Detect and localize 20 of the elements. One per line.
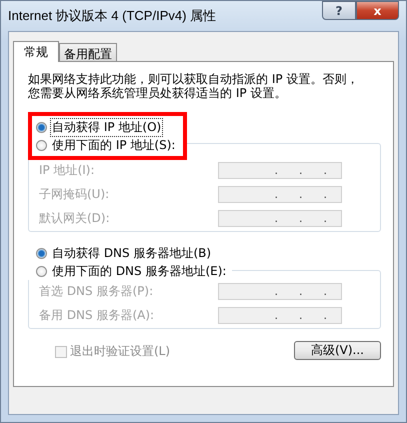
field-label: 子网掩码(U): [39,186,110,203]
close-button[interactable]: x [356,1,399,20]
radio-button[interactable] [36,140,47,150]
description-text: 如果网络支持此功能，则可以获取自动指派的 IP 设置。否则，您需要从网络系统管理员处获得适当的 IP 设置。 [28,72,360,100]
field-label: 首选 DNS 服务器(P): [39,283,154,300]
help-button[interactable]: ? [322,1,356,20]
field-label: 备用 DNS 服务器(A): [39,307,154,324]
field-label: 默认网关(D): [39,210,110,227]
radio-label[interactable]: 使用下面的 IP 地址(S): [50,136,178,154]
window-title: Internet 协议版本 4 (TCP/IPv4) 属性 [8,7,216,25]
radio-button[interactable] [36,248,47,258]
tab[interactable]: 常规 [13,41,59,62]
radio-label[interactable]: 自动获得 IP 地址(O) [50,118,164,136]
radio-label[interactable]: 自动获得 DNS 服务器地址(B) [50,244,214,262]
field-label: IP 地址(I): [39,162,95,179]
radio-label[interactable]: 使用下面的 DNS 服务器地址(E): [50,262,228,280]
tab[interactable]: 备用配置 [59,43,117,61]
advanced-button[interactable]: 高级(V)... [294,341,381,360]
radio-button[interactable] [36,122,47,132]
radio-button[interactable] [36,266,47,276]
